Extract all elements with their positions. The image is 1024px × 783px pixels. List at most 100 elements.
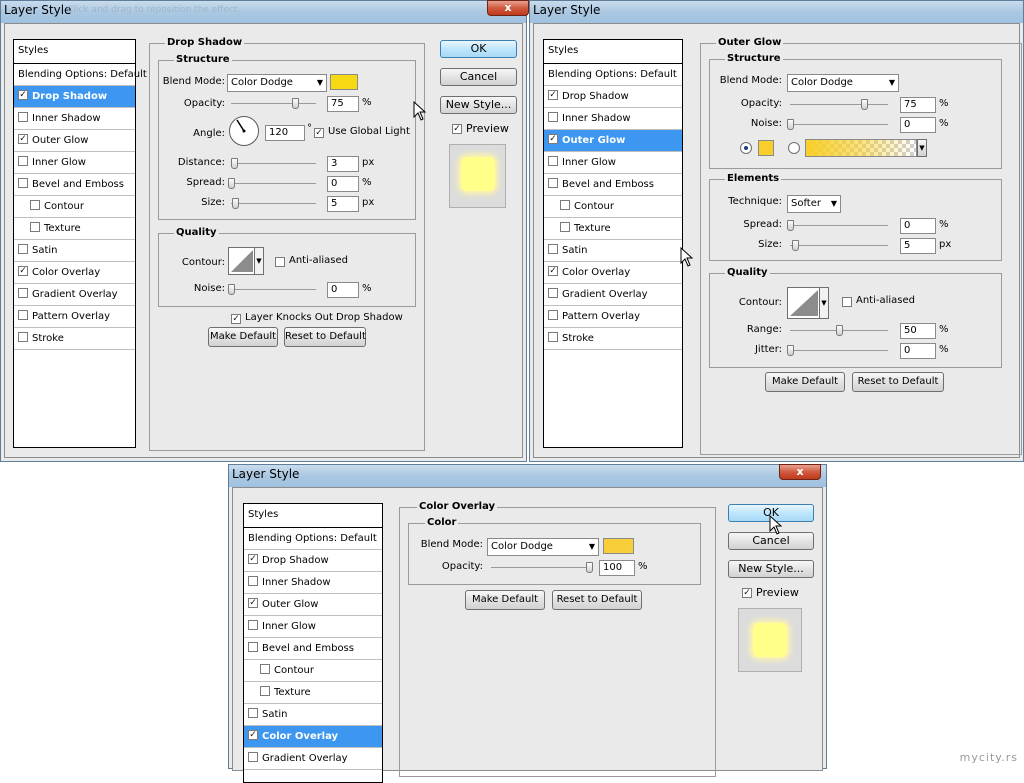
close-button[interactable]: x	[487, 0, 529, 16]
slider-thumb[interactable]	[860, 99, 868, 110]
slider-thumb[interactable]	[231, 158, 239, 169]
checkbox-contour[interactable]	[260, 664, 270, 674]
checkbox-drop-shadow[interactable]: ✓	[248, 554, 258, 564]
style-item-bevel-emboss[interactable]: Bevel and Emboss	[244, 638, 382, 660]
checkbox-gradient-overlay[interactable]	[248, 752, 258, 762]
slider-thumb[interactable]	[836, 325, 843, 336]
opacity-input[interactable]: 75	[327, 96, 359, 112]
style-item-color-overlay[interactable]: ✓ Color Overlay	[14, 262, 135, 284]
style-item-outer-glow[interactable]: ✓ Outer Glow	[544, 130, 682, 152]
blend-mode-select[interactable]: Color Dodge ▼	[227, 74, 327, 92]
opacity-slider[interactable]	[491, 562, 593, 574]
reset-to-default-button[interactable]: Reset to Default	[552, 590, 642, 610]
blend-mode-select[interactable]: Color Dodge ▼	[487, 538, 599, 556]
checkbox-bevel-emboss[interactable]	[548, 178, 558, 188]
overlay-color-swatch[interactable]	[603, 538, 634, 554]
new-style-button[interactable]: New Style...	[728, 560, 814, 578]
checkbox-texture[interactable]	[260, 686, 270, 696]
angle-dial[interactable]	[229, 116, 259, 146]
checkbox-contour[interactable]	[560, 200, 570, 210]
jitter-slider[interactable]	[787, 345, 888, 357]
reset-to-default-button[interactable]: Reset to Default	[852, 372, 944, 392]
title-bar[interactable]: Layer Style	[229, 465, 826, 487]
slider-thumb[interactable]	[228, 284, 235, 295]
range-input[interactable]: 50	[900, 323, 936, 339]
angle-input[interactable]: 120	[265, 125, 305, 141]
spread-slider[interactable]	[787, 220, 888, 232]
style-item-blending-options[interactable]: Blending Options: Default	[244, 528, 382, 550]
style-item-texture[interactable]: Texture	[14, 218, 135, 240]
style-item-inner-shadow[interactable]: Inner Shadow	[544, 108, 682, 130]
reset-to-default-button[interactable]: Reset to Default	[284, 327, 366, 347]
title-bar[interactable]: Layer Style Click and drag to reposition…	[1, 1, 526, 23]
checkbox-outer-glow[interactable]: ✓	[18, 134, 28, 144]
style-item-outer-glow[interactable]: ✓ Outer Glow	[244, 594, 382, 616]
opacity-slider[interactable]	[790, 99, 888, 111]
style-item-pattern-overlay[interactable]: Pattern Overlay	[14, 306, 135, 328]
slider-thumb[interactable]	[228, 178, 235, 189]
noise-input[interactable]: 0	[327, 282, 359, 298]
checkbox-inner-glow[interactable]	[18, 156, 28, 166]
style-item-stroke[interactable]: Stroke	[544, 328, 682, 350]
solid-color-radio[interactable]	[740, 142, 752, 154]
styles-header[interactable]: Styles	[544, 40, 682, 64]
checkbox-inner-glow[interactable]	[548, 156, 558, 166]
make-default-button[interactable]: Make Default	[208, 327, 278, 347]
style-item-color-overlay[interactable]: ✓ Color Overlay	[244, 726, 382, 748]
checkbox-stroke[interactable]	[548, 332, 558, 342]
noise-input[interactable]: 0	[900, 117, 936, 133]
checkbox-satin[interactable]	[548, 244, 558, 254]
checkbox-inner-shadow[interactable]	[18, 112, 28, 122]
layer-knocks-out-checkbox[interactable]: ✓	[231, 314, 241, 324]
jitter-input[interactable]: 0	[900, 343, 936, 359]
checkbox-inner-shadow[interactable]	[548, 112, 558, 122]
contour-picker[interactable]: ▼	[228, 247, 264, 275]
style-item-inner-glow[interactable]: Inner Glow	[244, 616, 382, 638]
checkbox-outer-glow[interactable]: ✓	[248, 598, 258, 608]
style-item-satin[interactable]: Satin	[14, 240, 135, 262]
slider-thumb[interactable]	[232, 198, 240, 209]
checkbox-stroke[interactable]	[18, 332, 28, 342]
use-global-light-checkbox[interactable]: ✓	[314, 128, 324, 138]
checkbox-color-overlay[interactable]: ✓	[548, 266, 558, 276]
blend-mode-select[interactable]: Color Dodge ▼	[787, 74, 899, 92]
checkbox-inner-glow[interactable]	[248, 620, 258, 630]
style-item-texture[interactable]: Texture	[244, 682, 382, 704]
gradient-radio[interactable]	[788, 142, 800, 154]
style-item-contour[interactable]: Contour	[544, 196, 682, 218]
style-item-inner-shadow[interactable]: Inner Shadow	[244, 572, 382, 594]
anti-aliased-checkbox[interactable]	[275, 257, 285, 267]
size-input[interactable]: 5	[327, 196, 359, 212]
slider-thumb[interactable]	[787, 220, 794, 231]
new-style-button[interactable]: New Style...	[440, 96, 517, 114]
slider-thumb[interactable]	[586, 562, 593, 573]
style-item-contour[interactable]: Contour	[14, 196, 135, 218]
checkbox-drop-shadow[interactable]: ✓	[18, 90, 28, 100]
range-slider[interactable]	[790, 325, 888, 337]
style-item-blending-options[interactable]: Blending Options: Default	[14, 64, 147, 86]
glow-gradient-bar[interactable]	[805, 139, 917, 157]
slider-thumb[interactable]	[787, 119, 794, 130]
slider-thumb[interactable]	[787, 345, 794, 356]
contour-picker[interactable]: ▼	[787, 287, 829, 319]
slider-thumb[interactable]	[791, 240, 799, 251]
anti-aliased-checkbox[interactable]	[842, 297, 852, 307]
glow-color-swatch[interactable]	[758, 140, 774, 156]
checkbox-outer-glow[interactable]: ✓	[548, 134, 558, 144]
slider-thumb[interactable]	[291, 98, 299, 109]
preview-checkbox[interactable]: ✓	[742, 588, 752, 598]
style-item-inner-shadow[interactable]: Inner Shadow	[14, 108, 135, 130]
checkbox-satin[interactable]	[18, 244, 28, 254]
size-slider[interactable]	[231, 198, 316, 210]
style-item-gradient-overlay[interactable]: Gradient Overlay	[14, 284, 135, 306]
checkbox-bevel-emboss[interactable]	[248, 642, 258, 652]
style-item-drop-shadow[interactable]: ✓ Drop Shadow	[544, 86, 682, 108]
checkbox-contour[interactable]	[30, 200, 40, 210]
noise-slider[interactable]	[787, 119, 888, 131]
checkbox-color-overlay[interactable]: ✓	[18, 266, 28, 276]
style-item-drop-shadow[interactable]: ✓ Drop Shadow	[244, 550, 382, 572]
style-item-satin[interactable]: Satin	[544, 240, 682, 262]
style-item-blending-options[interactable]: Blending Options: Default	[544, 64, 682, 86]
style-item-gradient-overlay[interactable]: Gradient Overlay	[244, 748, 382, 770]
opacity-input[interactable]: 100	[599, 560, 635, 576]
